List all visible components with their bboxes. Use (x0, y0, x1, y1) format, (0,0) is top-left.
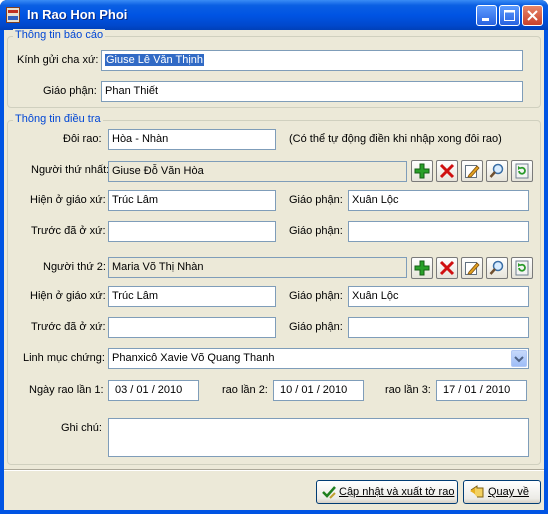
doi-rao-label: Đôi rao: (63, 133, 102, 145)
doi-rao-hint: (Có thể tự động điền khi nhập xong đôi r… (289, 133, 502, 145)
person2-previous-parish-field[interactable] (108, 317, 276, 338)
date1-label: Ngày rao lần 1: (29, 384, 104, 396)
window: In Rao Hon Phoi Thông tin báo cáo Kính g… (0, 0, 548, 514)
person1-previous-parish-label: Trước đã ở xứ: (31, 225, 106, 237)
person1-current-parish-label: Hiện ở giáo xứ: (30, 194, 106, 206)
title-bar[interactable]: In Rao Hon Phoi (0, 0, 548, 30)
edit-icon (465, 165, 480, 178)
back-label: Quay về (488, 486, 529, 498)
person2-delete-button[interactable] (436, 257, 458, 279)
person2-edit-button[interactable] (461, 257, 483, 279)
person1-prev-diocese-label: Giáo phận: (289, 225, 343, 237)
report-info-legend: Thông tin báo cáo (13, 29, 106, 41)
person1-diocese-field[interactable]: Xuân Lộc (348, 190, 529, 211)
person2-previous-parish-label: Trước đã ở xứ: (31, 321, 106, 333)
delete-icon (439, 260, 455, 276)
date3-field[interactable]: 17 / 01 / 2010 (436, 380, 527, 401)
update-export-button[interactable]: Cập nhật và xuất tờ rao (316, 480, 458, 504)
doi-rao-field[interactable]: Hòa - Nhàn (108, 129, 276, 150)
person2-current-parish-label: Hiện ở giáo xứ: (30, 290, 106, 302)
report-giao-phan-label: Giáo phận: (43, 85, 97, 97)
person1-current-parish-field[interactable]: Trúc Lâm (108, 190, 276, 211)
person2-prev-diocese-label: Giáo phận: (289, 321, 343, 333)
person1-search-button[interactable] (486, 160, 508, 182)
person1-prev-diocese-field[interactable] (348, 221, 529, 242)
check-icon (322, 486, 336, 499)
window-title: In Rao Hon Phoi (27, 7, 128, 22)
person1-diocese-label: Giáo phận: (289, 194, 343, 206)
kinh-gui-value: Giuse Lê Văn Thịnh (105, 54, 205, 66)
close-button[interactable] (522, 5, 543, 26)
close-icon (527, 10, 538, 21)
witness-value: Phanxicô Xavie Võ Quang Thanh (112, 352, 275, 364)
person2-search-button[interactable] (486, 257, 508, 279)
minimize-button[interactable] (476, 5, 497, 26)
person2-diocese-label: Giáo phận: (289, 290, 343, 302)
kinh-gui-label: Kính gửi cha xứ: (17, 54, 99, 66)
note-textarea[interactable] (108, 418, 529, 457)
person2-current-parish-field[interactable]: Trúc Lâm (108, 286, 276, 307)
maximize-icon (504, 10, 515, 21)
person2-label: Người thứ 2: (43, 261, 106, 273)
person1-add-button[interactable] (411, 160, 433, 182)
person2-prev-diocese-field[interactable] (348, 317, 529, 338)
back-icon (470, 485, 484, 498)
date2-label: rao lần 2: (222, 384, 268, 396)
date2-field[interactable]: 10 / 01 / 2010 (273, 380, 364, 401)
witness-dropdown-button[interactable] (511, 350, 527, 367)
kinh-gui-field[interactable]: Giuse Lê Văn Thịnh (101, 50, 523, 71)
report-giao-phan-field[interactable]: Phan Thiết (101, 81, 523, 102)
person1-previous-parish-field[interactable] (108, 221, 276, 242)
person2-refresh-button[interactable] (511, 257, 533, 279)
person1-name-field[interactable]: Giuse Đỗ Văn Hòa (108, 161, 407, 182)
person1-delete-button[interactable] (436, 160, 458, 182)
note-label: Ghi chú: (61, 422, 102, 434)
refresh-icon (515, 260, 529, 276)
person2-diocese-field[interactable]: Xuân Lộc (348, 286, 529, 307)
add-icon (414, 260, 430, 276)
update-export-label: Cập nhật và xuất tờ rao (339, 486, 455, 498)
person2-add-button[interactable] (411, 257, 433, 279)
back-button[interactable]: Quay về (463, 480, 541, 504)
search-icon (489, 260, 504, 275)
chevron-down-icon (514, 356, 524, 363)
person1-label: Người thứ nhất: (31, 164, 110, 176)
maximize-button[interactable] (499, 5, 520, 26)
date1-field[interactable]: 03 / 01 / 2010 (108, 380, 199, 401)
delete-icon (439, 163, 455, 179)
date3-label: rao lần 3: (385, 384, 431, 396)
witness-label: Linh mục chứng: (23, 352, 105, 364)
person1-edit-button[interactable] (461, 160, 483, 182)
add-icon (414, 163, 430, 179)
minimize-icon (482, 18, 489, 21)
search-icon (489, 163, 504, 178)
app-icon[interactable] (6, 7, 20, 23)
witness-select[interactable]: Phanxicô Xavie Võ Quang Thanh (108, 348, 529, 369)
survey-info-legend: Thông tin điều tra (13, 113, 103, 125)
refresh-icon (515, 163, 529, 179)
edit-icon (465, 262, 480, 275)
person1-refresh-button[interactable] (511, 160, 533, 182)
person2-name-field[interactable]: Maria Võ Thị Nhàn (108, 257, 407, 278)
